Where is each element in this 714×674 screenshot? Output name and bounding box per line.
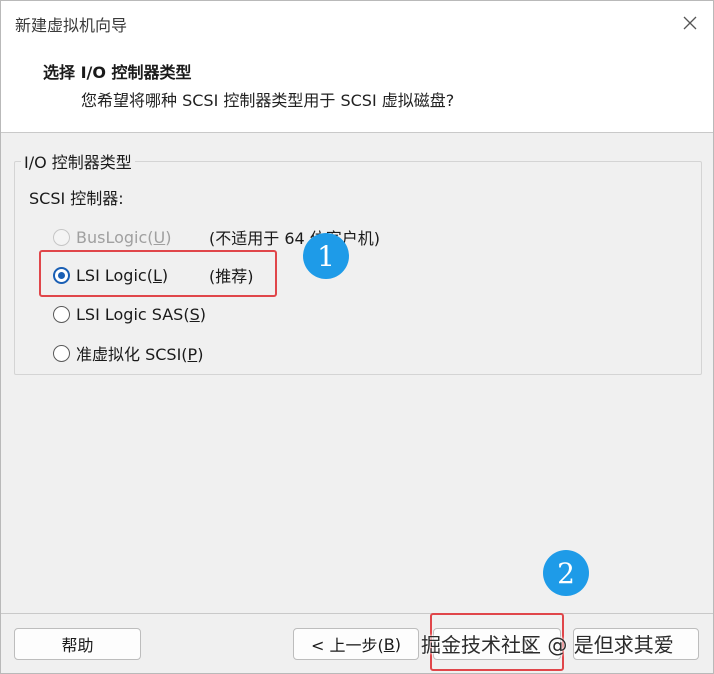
watermark: 掘金技术社区 @ 是但求其爱 [421,633,674,657]
help-button[interactable]: 帮助 [14,628,141,660]
title-bar: 新建虚拟机向导 [1,1,713,45]
buslogic-note: (不适用于 64 位客户机) [209,229,381,248]
radio-circle [53,344,70,362]
radio-circle [53,305,70,323]
radio-pvscsi[interactable]: 准虚拟化 SCSI(P) [53,341,203,365]
annotation-badge-1: 1 [303,233,349,279]
back-button[interactable]: < 上一步(B) [293,628,419,660]
page-subtitle: 您希望将哪种 SCSI 控制器类型用于 SCSI 虚拟磁盘? [81,91,455,110]
window-title: 新建虚拟机向导 [15,16,128,35]
footer-divider [1,613,713,614]
radio-label: LSI Logic SAS(S) [76,304,206,324]
radio-label: BusLogic(U) [76,227,172,247]
close-button[interactable] [667,1,713,45]
page-title: 选择 I/O 控制器类型 [43,63,192,82]
wizard-window: 新建虚拟机向导 选择 I/O 控制器类型 您希望将哪种 SCSI 控制器类型用于… [0,0,714,674]
radio-lsi-logic-sas[interactable]: LSI Logic SAS(S) [53,302,206,326]
radio-circle [53,228,70,246]
wizard-header: 选择 I/O 控制器类型 您希望将哪种 SCSI 控制器类型用于 SCSI 虚拟… [1,45,713,133]
highlight-box-lsi [39,250,277,297]
annotation-badge-2: 2 [543,550,589,596]
close-icon [683,16,697,30]
scsi-controller-label: SCSI 控制器: [29,189,124,208]
radio-buslogic[interactable]: BusLogic(U) [53,225,171,249]
group-legend: I/O 控制器类型 [21,149,135,173]
radio-label: 准虚拟化 SCSI(P) [76,345,204,364]
